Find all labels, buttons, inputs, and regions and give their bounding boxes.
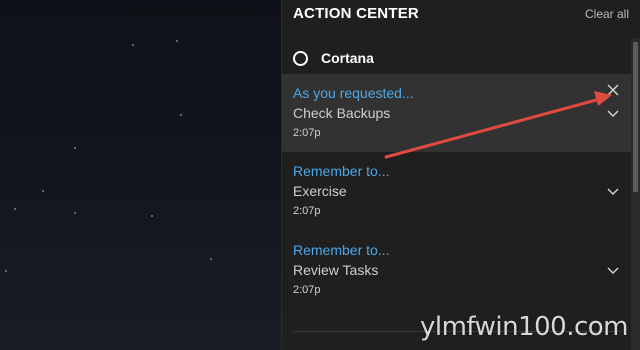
watermark: ylmfwin100.com <box>419 312 629 342</box>
annotation-arrow <box>384 91 612 159</box>
